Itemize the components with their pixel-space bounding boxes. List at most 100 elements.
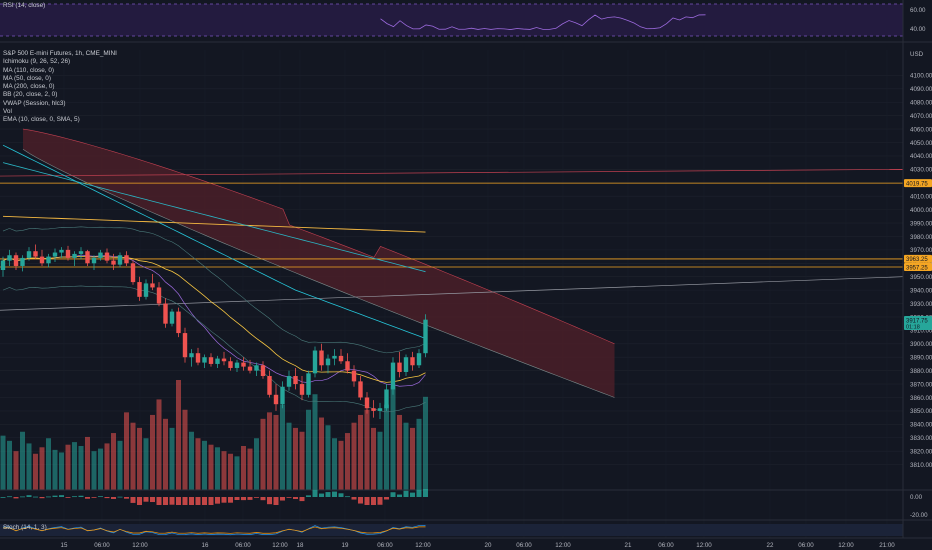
price-tick-label: 3890.00: [910, 355, 932, 362]
candle-body: [0, 260, 6, 270]
macd-bar: [351, 497, 357, 500]
indicator-ma50[interactable]: MA (50, close, 0): [3, 75, 117, 83]
macd-bar: [332, 491, 337, 497]
time-tick-label: 06:00: [377, 542, 393, 549]
candle-body: [104, 252, 110, 261]
macd-bar: [234, 497, 240, 501]
indicator-bb[interactable]: BB (20, close, 2, 0): [3, 91, 117, 99]
time-tick-label: 12:00: [272, 542, 288, 549]
time-axis[interactable]: 15 06:00 12:00 16 06:00 12:00 18 19 06:00 12:00 20…: [61, 542, 896, 549]
macd-bar: [169, 497, 175, 505]
volume-bar: [143, 438, 149, 490]
candle-body: [286, 376, 292, 387]
macd-bar: [163, 497, 168, 505]
indicator-vwap[interactable]: VWAP (Session, hlc3): [3, 100, 117, 108]
time-tick-label: 21:00: [879, 542, 895, 549]
price-tick-label: 4030.00: [910, 167, 932, 174]
candle-body: [169, 311, 175, 324]
price-tick-label: 4060.00: [910, 126, 932, 133]
macd-bar: [202, 497, 207, 505]
time-tick-label: 12:00: [415, 542, 431, 549]
candle-body: [228, 361, 233, 368]
macd-bar: [189, 497, 194, 505]
time-tick-label: 12:00: [696, 542, 712, 549]
macd-bar: [78, 495, 84, 497]
macd-bar: [137, 497, 142, 505]
price-tick-label: 4000.00: [910, 207, 932, 214]
volume-bar: [13, 451, 19, 490]
volume-bar: [182, 409, 188, 490]
indicator-ma110[interactable]: MA (110, close, 0): [3, 67, 117, 75]
candle-body: [65, 249, 71, 258]
volume-bar: [156, 399, 162, 490]
candle-body: [410, 357, 415, 366]
candle-body: [364, 397, 370, 409]
volume-bar: [169, 427, 175, 490]
candle-body: [390, 362, 396, 390]
volume-bar: [260, 418, 266, 490]
candle-body: [130, 263, 136, 283]
symbol-title[interactable]: S&P 500 E-mini Futures, 1h, CME_MINI: [3, 50, 117, 58]
macd-bar: [364, 497, 370, 505]
time-tick-label: 21: [625, 542, 632, 549]
macd-bar: [52, 495, 58, 497]
price-tick-label: 3900.00: [910, 341, 932, 348]
volume-bar: [293, 427, 298, 490]
indicator-vol[interactable]: Vol: [3, 108, 117, 116]
macd-bar: [65, 497, 71, 498]
candle-body: [338, 355, 344, 362]
macd-bar: [215, 497, 220, 504]
stoch-title[interactable]: Stoch (14, 1, 3): [3, 524, 47, 531]
rsi-title[interactable]: RSI (14, close): [3, 2, 45, 9]
time-tick-label: 12:00: [838, 542, 854, 549]
price-tick-label: 3870.00: [910, 381, 932, 388]
candle-body: [306, 373, 311, 395]
candle-body: [20, 257, 25, 266]
volume-bar: [390, 386, 396, 490]
volume-bar: [150, 414, 155, 490]
candle-body: [241, 362, 246, 367]
time-tick-label: 06:00: [235, 542, 251, 549]
candle-body: [416, 353, 422, 366]
price-tick-label: 3880.00: [910, 368, 932, 375]
rsi-tick-label: 40.00: [910, 26, 926, 33]
price-tick-label: 3820.00: [910, 448, 932, 455]
macd-bar: [26, 495, 32, 497]
price-badge-label: 4019.75: [906, 181, 928, 187]
volume-bar: [345, 433, 350, 490]
volume-bars: [0, 380, 428, 490]
volume-bar: [397, 414, 402, 490]
macd-bar: [176, 497, 181, 505]
price-tick-label: 4050.00: [910, 140, 932, 147]
macd-bar: [143, 497, 149, 502]
chart-canvas[interactable]: 4100.00 4090.00 4080.00 4070.00 4060.00 4050.…: [0, 0, 932, 550]
price-tick-label: 3990.00: [910, 220, 932, 227]
price-badge-label: 3957.25: [906, 265, 928, 271]
volume-bar: [215, 447, 220, 490]
candle-body: [7, 255, 12, 261]
macd-bar: [338, 493, 344, 497]
candle-body: [384, 389, 389, 409]
volume-bar: [377, 431, 383, 490]
volume-bar: [52, 449, 58, 490]
time-tick-label: 19: [342, 542, 349, 549]
indicator-ma200[interactable]: MA (200, close, 0): [3, 83, 117, 91]
macd-bar: [260, 497, 266, 501]
volume-bar: [423, 396, 428, 490]
time-tick-label: 15: [61, 542, 68, 549]
candle-body: [221, 358, 227, 362]
indicator-ema[interactable]: EMA (10, close, 0, SMA, 5): [3, 116, 117, 124]
candle-body: [358, 381, 363, 398]
candle-body: [247, 366, 253, 371]
candle-body: [46, 256, 51, 264]
macd-bar: [345, 496, 350, 498]
price-tick-label: 3810.00: [910, 462, 932, 469]
volume-bar: [124, 412, 129, 490]
macd-bar: [306, 495, 311, 497]
time-tick-label: 12:00: [132, 542, 148, 549]
price-badge-label: 3917.75: [906, 318, 928, 324]
volume-bar: [91, 451, 97, 490]
macd-bar: [104, 497, 110, 499]
volume-bar: [273, 414, 279, 490]
indicator-ichimoku[interactable]: Ichimoku (9, 26, 52, 26): [3, 58, 117, 66]
